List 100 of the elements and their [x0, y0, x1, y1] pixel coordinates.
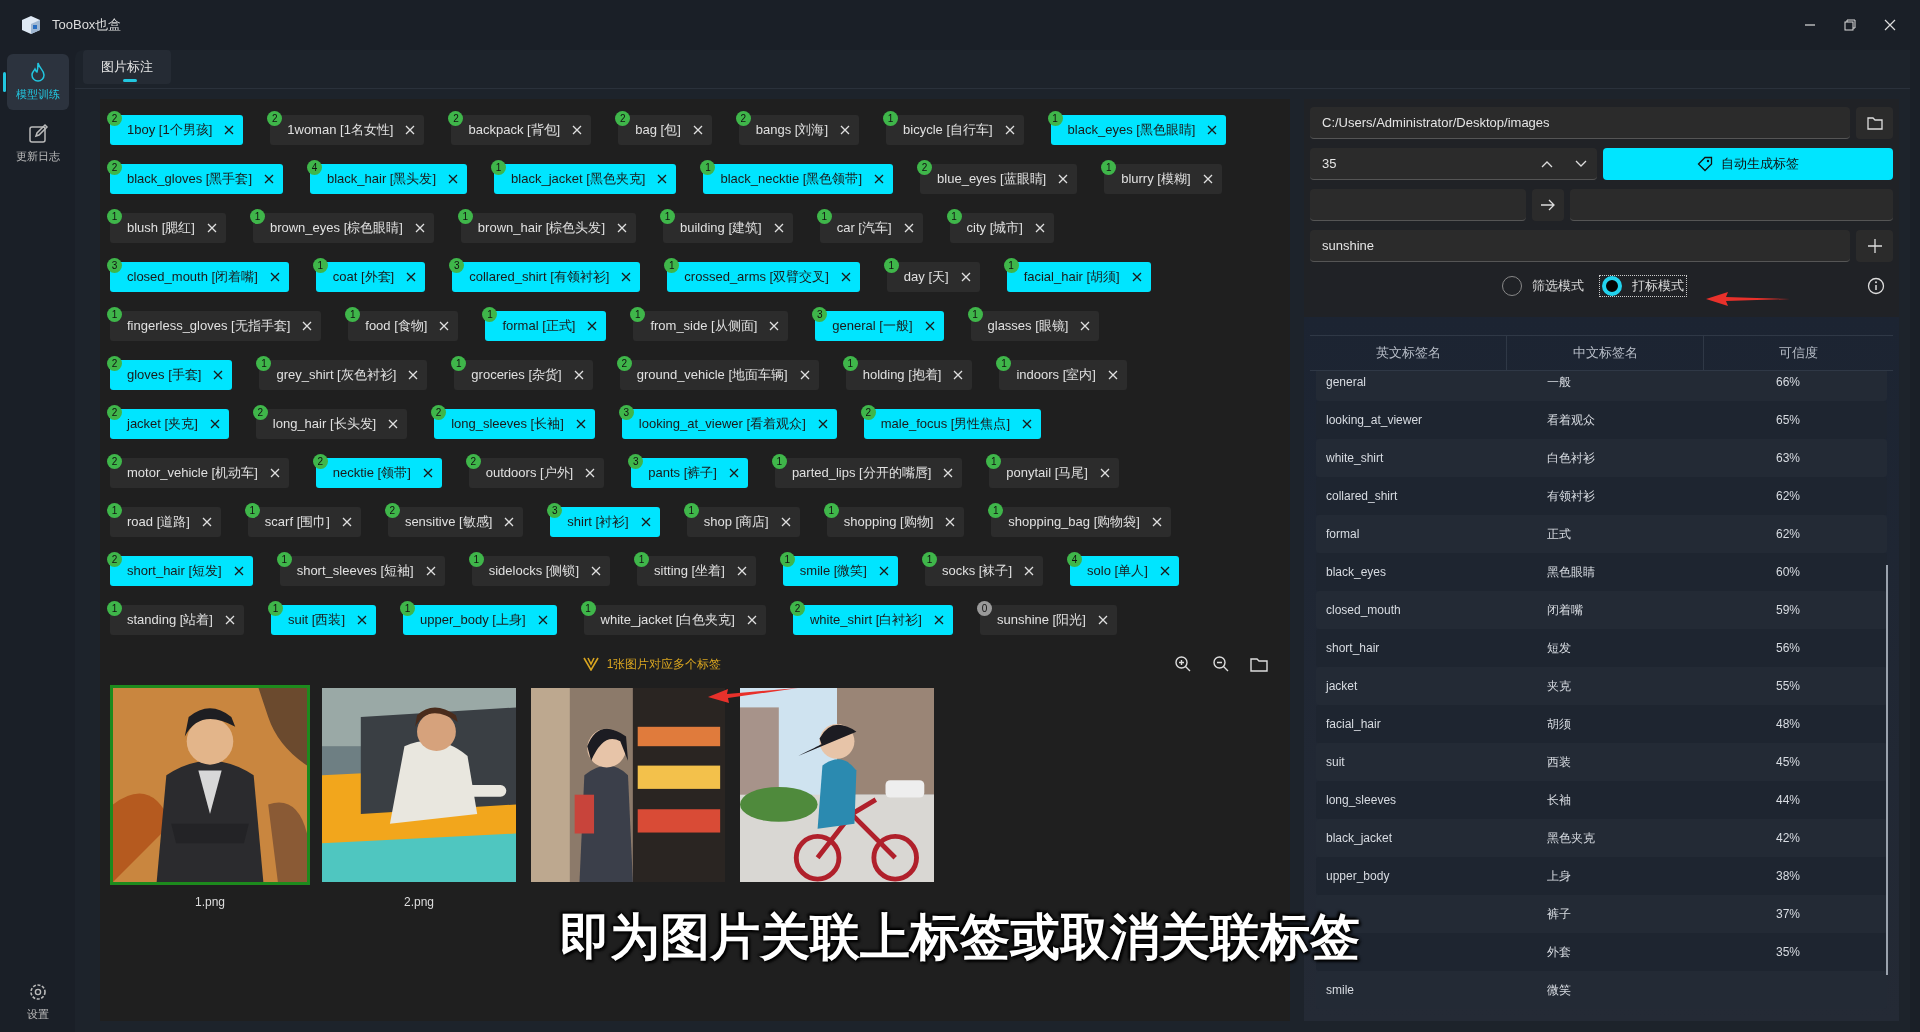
count-badge: 1 [107, 209, 122, 224]
folder-icon[interactable] [1250, 656, 1268, 672]
column-header[interactable]: 英文标签名 [1310, 336, 1507, 370]
tag-label: scarf [围巾] [264, 513, 330, 532]
replace-field[interactable] [1570, 189, 1893, 221]
restore-icon[interactable] [1844, 19, 1856, 31]
remove-icon[interactable] [879, 566, 889, 576]
close-icon[interactable] [1884, 19, 1896, 31]
settings-label[interactable]: 设置 [26, 1005, 49, 1022]
decrement-icon[interactable] [1574, 159, 1588, 169]
remove-icon[interactable] [924, 321, 935, 331]
count-badge: 1 [468, 552, 484, 567]
new-tag-field[interactable]: sunshine [1310, 230, 1850, 262]
tag-label: upper_body [上身] [420, 611, 526, 630]
count-badge: 1 [276, 552, 292, 567]
tab[interactable]: 图片标注 [83, 50, 171, 84]
zoom-out-icon[interactable] [1212, 655, 1230, 673]
table-row[interactable]: white_shirt 白色衬衫 63% [1316, 439, 1887, 477]
settings-icon[interactable] [27, 981, 48, 1002]
plus-icon [1867, 239, 1882, 253]
remove-icon[interactable] [224, 125, 235, 135]
threshold-field[interactable]: 35 [1310, 148, 1597, 180]
count-badge: 3 [547, 503, 563, 518]
count-badge: 1 [451, 356, 467, 371]
column-header[interactable]: 中文标签名 [1507, 336, 1704, 370]
remove-icon[interactable] [1022, 419, 1033, 429]
remove-icon[interactable] [840, 272, 851, 282]
remove-icon[interactable] [933, 615, 944, 625]
tag-label: city [城市] [966, 219, 1023, 238]
remove-icon[interactable] [1207, 125, 1218, 135]
remove-icon[interactable] [817, 419, 828, 429]
tag-label: sitting [坐着] [654, 562, 725, 581]
replace-button[interactable] [1532, 189, 1564, 221]
table-cell-text: 55% [1776, 678, 1802, 695]
remove-icon[interactable] [621, 272, 632, 282]
remove-icon[interactable] [874, 174, 885, 184]
count-badge: 3 [449, 258, 465, 273]
remove-icon[interactable] [537, 615, 548, 625]
table-cell-text: 45% [1776, 754, 1802, 771]
remove-icon[interactable] [406, 272, 417, 282]
count-badge: 1 [457, 209, 473, 224]
table-row[interactable]: upper_body 上身 38% [1316, 857, 1887, 895]
remove-icon[interactable] [728, 468, 739, 478]
table-cell-text: smile [1325, 982, 1355, 999]
image-caption: 1.png [195, 894, 225, 911]
sidebar-item[interactable]: 模型训练 [6, 54, 69, 110]
table-row[interactable]: collared_shirt 有领衬衫 62% [1316, 477, 1887, 515]
tag-label: suit [西装] [288, 611, 346, 630]
remove-icon[interactable] [213, 370, 224, 380]
sidebar-item[interactable]: 更新日志 [6, 116, 69, 172]
remove-icon[interactable] [233, 566, 244, 576]
table-row[interactable]: closed_mouth 闭着嘴 59% [1316, 591, 1887, 629]
count-badge: 1 [1003, 258, 1019, 273]
remove-icon[interactable] [448, 174, 459, 184]
tag-label: 1boy [1个男孩] [127, 121, 213, 140]
table-row[interactable]: long_sleeves 长袖 44% [1316, 781, 1887, 819]
remove-icon[interactable] [422, 468, 433, 478]
info-icon[interactable] [1867, 277, 1885, 295]
table-row[interactable]: formal 正式 62% [1316, 515, 1887, 553]
remove-icon[interactable] [587, 321, 598, 331]
remove-icon[interactable] [575, 419, 586, 429]
tag-label: jacket [夹克] [127, 415, 198, 434]
remove-icon[interactable] [264, 174, 274, 184]
remove-icon[interactable] [657, 174, 668, 184]
tag-label: indoors [室内] [1016, 366, 1096, 385]
remove-icon[interactable] [1131, 272, 1142, 282]
path-field[interactable]: C:/Users/Administrator/Desktop/images [1310, 107, 1850, 139]
column-header[interactable]: 可信度 [1704, 336, 1893, 370]
tag-label: black_eyes [黑色眼睛] [1067, 121, 1196, 140]
table-row[interactable]: black_eyes 黑色眼睛 60% [1316, 553, 1887, 591]
count-badge: 1 [400, 601, 416, 616]
remove-icon[interactable] [1159, 566, 1170, 576]
radio-button[interactable]: 打标模式 [1600, 276, 1686, 296]
tag-label: smile [微笑] [799, 562, 867, 581]
table-row[interactable]: short_hair 短发 56% [1316, 629, 1887, 667]
remove-icon[interactable] [209, 419, 220, 429]
add-button[interactable] [1856, 230, 1893, 262]
count-badge: 4 [1067, 552, 1083, 567]
remove-icon[interactable] [269, 272, 280, 282]
count-badge: 1 [1101, 160, 1117, 175]
count-badge: 2 [107, 405, 122, 420]
find-field[interactable] [1310, 189, 1526, 221]
tag-label: outdoors [户外] [485, 464, 574, 483]
tag-label: grey_shirt [灰色衬衫] [276, 366, 397, 385]
count-badge: 1 [986, 454, 1002, 469]
zoom-in-icon[interactable] [1174, 655, 1192, 673]
remove-icon[interactable] [640, 517, 651, 527]
tag-label: fingerless_gloves [无指手套] [127, 317, 291, 336]
increment-icon[interactable] [1540, 159, 1554, 169]
table-row[interactable]: facial_hair 胡须 48% [1316, 705, 1887, 743]
folder-button[interactable] [1856, 107, 1893, 139]
count-badge: 1 [922, 552, 937, 567]
scrollbar[interactable] [1886, 565, 1888, 975]
tag-label: holding [抱着] [862, 366, 942, 385]
remove-icon[interactable] [357, 615, 368, 625]
auto-tag-button[interactable]: 自动生成标签 [1603, 148, 1893, 180]
count-badge: 1 [660, 209, 675, 224]
window-title: TooBox也盒 [52, 16, 122, 35]
table-row[interactable]: general 一般 66% [1316, 371, 1887, 401]
radio-button[interactable]: 筛选模式 [1500, 276, 1586, 296]
